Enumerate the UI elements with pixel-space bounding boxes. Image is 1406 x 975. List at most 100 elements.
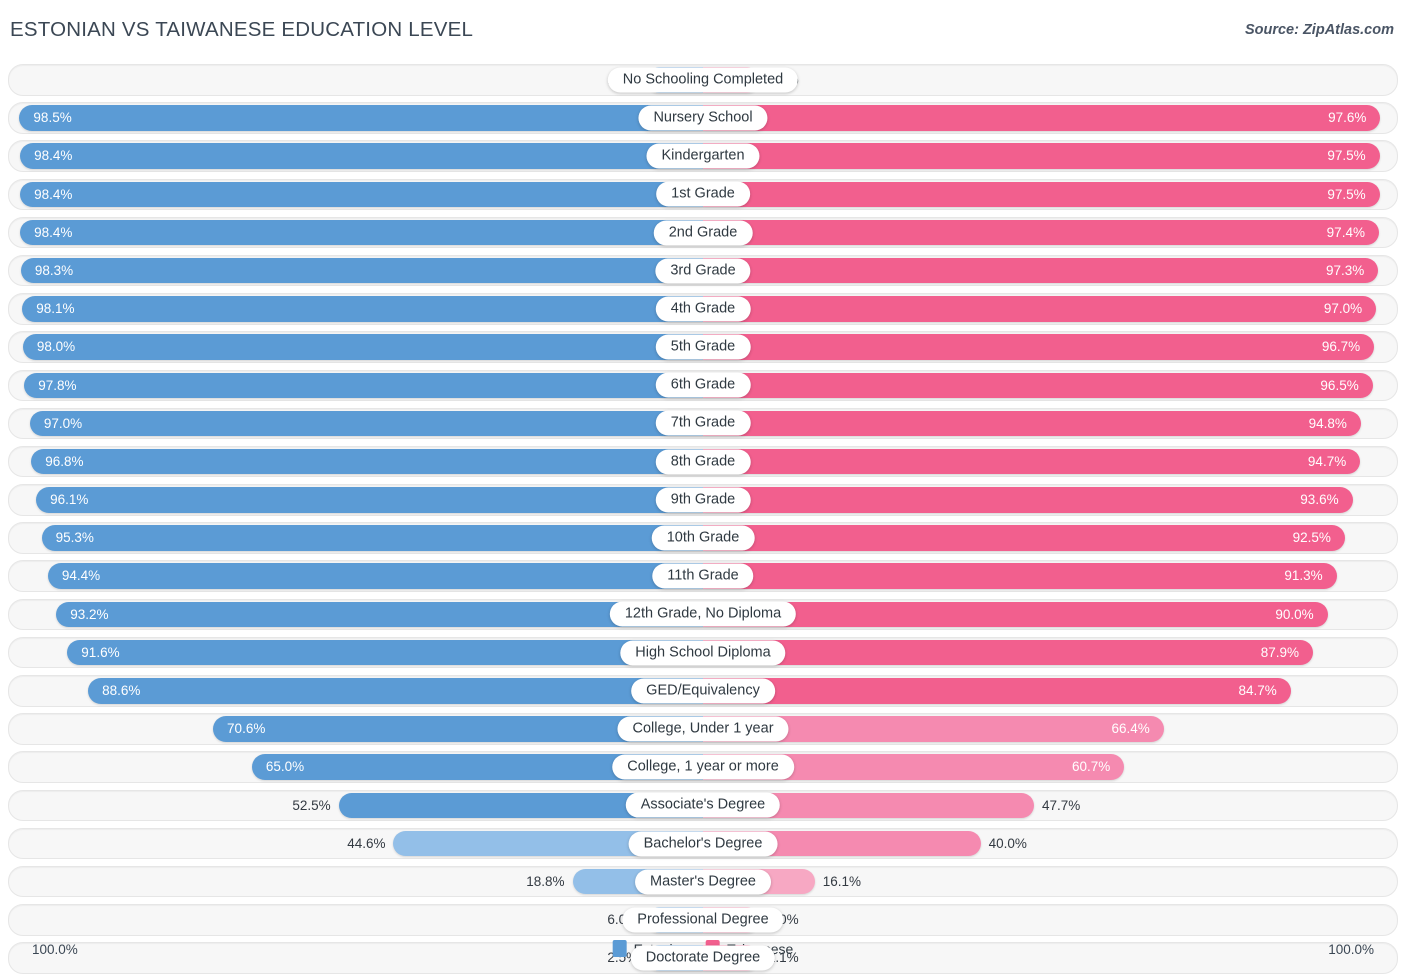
chart-row: 88.6% 84.7% GED/Equivalency <box>8 675 1398 707</box>
bar-value-estonian: 97.8% <box>38 377 77 393</box>
row-half-right: 2.5% <box>703 65 1397 95</box>
bar-value-estonian: 98.1% <box>36 301 75 317</box>
bar-taiwanese: 84.7% <box>703 678 1291 704</box>
category-label: Kindergarten <box>646 143 760 169</box>
category-label: 6th Grade <box>655 372 751 398</box>
bar-estonian: 88.6% <box>88 678 703 704</box>
bar-value-estonian: 52.5% <box>292 797 331 813</box>
bar-value-taiwanese: 97.6% <box>1328 110 1367 126</box>
bar-value-estonian: 91.6% <box>81 644 120 660</box>
row-half-right: 96.5% <box>703 371 1397 401</box>
bar-taiwanese: 91.3% <box>703 563 1337 589</box>
bar-value-estonian: 98.0% <box>36 339 76 355</box>
chart-row: 52.5% 47.7% Associate's Degree <box>8 789 1398 822</box>
row-half-left: 1.6% <box>9 65 703 95</box>
category-label: 5th Grade <box>655 334 751 360</box>
chart-row: 98.5% 97.6% Nursery School <box>8 102 1398 134</box>
bar-value-taiwanese: 92.5% <box>1292 530 1331 546</box>
bar-value-estonian: 93.2% <box>70 606 109 622</box>
bar-taiwanese: 90.0% <box>703 601 1328 628</box>
chart-row: 97.0% 94.8% 7th Grade <box>8 407 1398 440</box>
bar-taiwanese: 96.5% <box>703 372 1373 398</box>
category-label: 4th Grade <box>655 296 751 322</box>
page-title: ESTONIAN VS TAIWANESE EDUCATION LEVEL <box>10 18 474 41</box>
bar-estonian: 93.2% <box>56 601 703 628</box>
bar-value-taiwanese: 97.0% <box>1323 301 1363 317</box>
bar-value-taiwanese: 97.5% <box>1327 186 1366 202</box>
category-label: College, 1 year or more <box>612 754 794 780</box>
chart-row: 70.6% 66.4% College, Under 1 year <box>8 713 1398 745</box>
bar-value-taiwanese: 47.7% <box>1042 797 1081 813</box>
bar-value-estonian: 65.0% <box>265 759 305 775</box>
row-half-right: 97.3% <box>703 256 1397 286</box>
category-label: 11th Grade <box>652 563 754 589</box>
bar-taiwanese: 97.3% <box>703 257 1379 284</box>
chart-row: 93.2% 90.0% 12th Grade, No Diploma <box>8 598 1398 631</box>
row-half-right: 84.7% <box>703 676 1397 706</box>
axis-label-left: 100.0% <box>32 942 78 957</box>
bar-value-taiwanese: 96.7% <box>1321 339 1361 355</box>
row-half-left: 98.1% <box>9 294 703 324</box>
bar-value-taiwanese: 94.7% <box>1307 453 1347 469</box>
bar-value-estonian: 94.4% <box>61 568 101 584</box>
chart-row: 98.4% 97.4% 2nd Grade <box>8 216 1398 249</box>
row-half-right: 16.1% <box>703 867 1397 897</box>
bar-estonian: 98.5% <box>19 105 703 131</box>
row-half-left: 98.4% <box>9 218 703 248</box>
bar-value-taiwanese: 16.1% <box>822 873 861 889</box>
bar-value-estonian: 88.6% <box>102 683 141 698</box>
category-label: 3rd Grade <box>655 258 751 284</box>
row-half-left: 44.6% <box>9 829 703 859</box>
bar-taiwanese: 94.7% <box>703 448 1361 475</box>
category-label: No Schooling Completed <box>607 67 799 93</box>
row-half-right: 93.6% <box>703 485 1397 515</box>
bar-estonian: 98.0% <box>22 334 703 360</box>
row-half-right: 97.5% <box>703 180 1397 210</box>
bar-value-estonian: 18.8% <box>526 873 565 889</box>
bar-estonian: 96.8% <box>31 448 703 475</box>
legend-swatch-icon <box>612 940 627 957</box>
bar-taiwanese: 97.0% <box>703 296 1377 322</box>
bar-taiwanese: 97.5% <box>703 181 1380 208</box>
row-half-right: 66.4% <box>703 714 1397 744</box>
bar-estonian: 98.3% <box>20 257 703 284</box>
bar-value-estonian: 98.4% <box>34 186 73 202</box>
bar-value-taiwanese: 84.7% <box>1238 683 1277 698</box>
bar-value-estonian: 98.3% <box>34 262 74 278</box>
category-label: 1st Grade <box>656 181 750 207</box>
row-half-right: 97.5% <box>703 141 1397 171</box>
row-half-left: 93.2% <box>9 600 703 630</box>
row-half-right: 94.8% <box>703 409 1397 439</box>
chart-row: 98.4% 97.5% 1st Grade <box>8 178 1398 211</box>
bar-value-taiwanese: 96.5% <box>1320 377 1359 393</box>
row-half-left: 94.4% <box>9 561 703 591</box>
row-half-left: 88.6% <box>9 676 703 706</box>
bar-value-taiwanese: 91.3% <box>1284 568 1323 584</box>
category-label: Master's Degree <box>635 869 771 895</box>
category-label: Bachelor's Degree <box>628 831 778 856</box>
bar-estonian: 97.0% <box>29 410 703 437</box>
row-half-right: 60.7% <box>703 752 1397 782</box>
bar-value-estonian: 96.8% <box>45 453 84 469</box>
chart-row: 96.1% 93.6% 9th Grade <box>8 484 1398 516</box>
bar-estonian: 97.8% <box>24 372 703 398</box>
chart-row: 94.4% 91.3% 11th Grade <box>8 560 1398 592</box>
row-half-right: 92.5% <box>703 523 1397 553</box>
bar-value-taiwanese: 87.9% <box>1260 644 1300 660</box>
bar-value-taiwanese: 94.8% <box>1308 415 1347 431</box>
row-half-right: 96.7% <box>703 332 1397 362</box>
bar-value-taiwanese: 97.4% <box>1326 224 1365 240</box>
bar-value-estonian: 98.5% <box>33 110 72 126</box>
bar-taiwanese: 94.8% <box>703 410 1361 437</box>
row-half-right: 97.0% <box>703 294 1397 324</box>
bar-taiwanese: 87.9% <box>703 639 1314 666</box>
row-half-right: 91.3% <box>703 561 1397 591</box>
bar-value-taiwanese: 97.3% <box>1325 262 1365 278</box>
row-half-left: 52.5% <box>9 791 703 821</box>
row-half-left: 70.6% <box>9 714 703 744</box>
bar-value-estonian: 96.1% <box>50 492 89 508</box>
bar-estonian: 98.1% <box>22 296 703 322</box>
bar-taiwanese: 97.4% <box>703 219 1379 246</box>
chart-row: 44.6% 40.0% Bachelor's Degree <box>8 827 1398 860</box>
chart-row: 95.3% 92.5% 10th Grade <box>8 522 1398 554</box>
